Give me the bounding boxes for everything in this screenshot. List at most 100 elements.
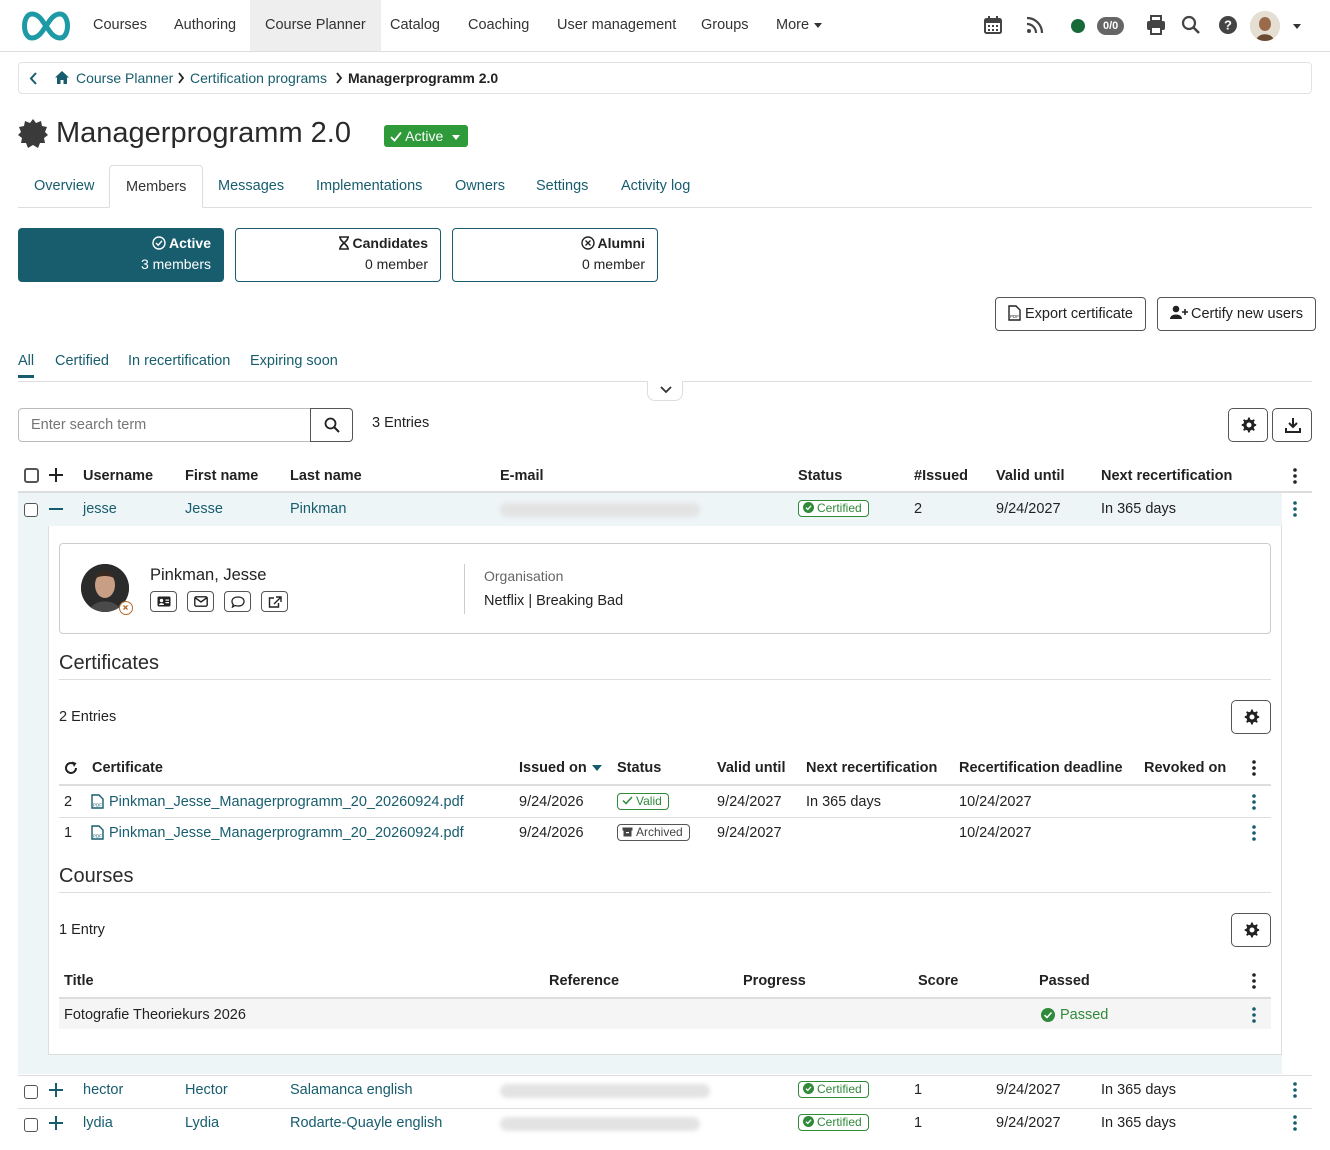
tab-activity-log[interactable]: Activity log	[605, 165, 706, 208]
cert-file-link[interactable]: Pinkman_Jesse_Managerprogramm_20_2026092…	[109, 825, 464, 841]
column-issued[interactable]: #Issued	[914, 468, 968, 484]
row-options-icon[interactable]	[1293, 1082, 1297, 1098]
select-all-checkbox[interactable]	[24, 468, 39, 483]
rss-icon[interactable]	[1024, 14, 1046, 36]
nav-course-planner[interactable]: Course Planner	[250, 0, 381, 51]
nav-groups[interactable]: Groups	[686, 0, 764, 51]
tab-overview[interactable]: Overview	[18, 165, 110, 208]
filter-expand-toggle[interactable]	[647, 381, 683, 401]
course-column-reference[interactable]: Reference	[549, 973, 619, 989]
chat-counter-badge[interactable]: 0/0	[1097, 17, 1125, 35]
profile-email-button[interactable]	[187, 591, 214, 612]
row-options-icon[interactable]	[1293, 1115, 1297, 1131]
course-column-passed[interactable]: Passed	[1039, 973, 1090, 989]
course-column-options-icon[interactable]	[1252, 973, 1256, 989]
status-dropdown[interactable]: Active	[384, 125, 469, 147]
avatar[interactable]	[1250, 11, 1280, 41]
download-button[interactable]	[1272, 408, 1312, 442]
course-row-options-icon[interactable]	[1252, 1007, 1256, 1023]
card-candidates[interactable]: Candidates 0 member	[235, 228, 441, 282]
help-icon[interactable]: ?	[1217, 14, 1239, 36]
column-email[interactable]: E-mail	[500, 468, 544, 484]
filter-expiring-soon[interactable]: Expiring soon	[250, 353, 338, 369]
table-settings-button[interactable]	[1228, 408, 1268, 442]
row-last-name[interactable]: Salamanca english	[290, 1082, 413, 1098]
tab-messages[interactable]: Messages	[202, 165, 300, 208]
filter-in-recertification[interactable]: In recertification	[128, 353, 230, 369]
search-button[interactable]	[310, 408, 353, 442]
course-column-score[interactable]: Score	[918, 973, 958, 989]
nav-courses[interactable]: Courses	[78, 0, 162, 51]
row-first-name[interactable]: Hector	[185, 1082, 228, 1098]
filter-all[interactable]: All	[18, 353, 35, 378]
online-status-icon[interactable]	[1071, 19, 1085, 33]
course-column-title[interactable]: Title	[64, 973, 94, 989]
profile-open-button[interactable]	[261, 591, 288, 612]
column-valid-until[interactable]: Valid until	[996, 468, 1064, 484]
row-options-icon[interactable]	[1293, 501, 1297, 517]
card-active[interactable]: Active 3 members	[18, 228, 224, 282]
home-icon[interactable]	[54, 70, 70, 85]
expand-all-icon[interactable]	[49, 468, 63, 482]
cert-column-valid-until[interactable]: Valid until	[717, 760, 785, 776]
breadcrumb-certification-programs[interactable]: Certification programs	[190, 70, 327, 86]
row-last-name[interactable]: Pinkman	[290, 501, 346, 517]
nav-catalog[interactable]: Catalog	[375, 0, 455, 51]
tab-settings[interactable]: Settings	[520, 165, 604, 208]
cert-column-options-icon[interactable]	[1252, 760, 1256, 776]
cert-column-revoked-on[interactable]: Revoked on	[1144, 760, 1226, 776]
search-icon[interactable]	[1180, 14, 1202, 36]
logo-icon[interactable]	[18, 10, 74, 42]
breadcrumb-course-planner[interactable]: Course Planner	[76, 70, 173, 86]
cert-column-status[interactable]: Status	[617, 760, 661, 776]
certify-new-users-button[interactable]: Certify new users	[1157, 297, 1317, 331]
nav-authoring[interactable]: Authoring	[159, 0, 251, 51]
tab-members[interactable]: Members	[109, 165, 204, 208]
row-last-name[interactable]: Rodarte-Quayle english	[290, 1115, 442, 1131]
column-status[interactable]: Status	[798, 468, 842, 484]
refresh-icon[interactable]	[64, 761, 78, 775]
certificates-settings-button[interactable]	[1231, 700, 1271, 734]
row-username[interactable]: jesse	[83, 501, 117, 517]
cert-row-options-icon[interactable]	[1252, 825, 1256, 841]
filter-certified[interactable]: Certified	[55, 353, 109, 369]
tab-implementations[interactable]: Implementations	[300, 165, 438, 208]
row-checkbox[interactable]	[24, 503, 38, 517]
cert-file-link[interactable]: Pinkman_Jesse_Managerprogramm_20_2026092…	[109, 794, 464, 810]
column-first-name[interactable]: First name	[185, 468, 258, 484]
cert-column-issued-on[interactable]: Issued on	[519, 760, 602, 776]
tab-owners[interactable]: Owners	[439, 165, 521, 208]
row-checkbox[interactable]	[24, 1118, 38, 1132]
nav-user-management[interactable]: User management	[542, 0, 691, 51]
row-first-name[interactable]: Lydia	[185, 1115, 219, 1131]
cert-row-options-icon[interactable]	[1252, 794, 1256, 810]
card-alumni[interactable]: Alumni 0 member	[452, 228, 658, 282]
collapse-row-icon[interactable]	[49, 502, 63, 516]
row-username[interactable]: hector	[83, 1082, 123, 1098]
column-options-icon[interactable]	[1293, 468, 1297, 484]
search-input[interactable]	[18, 408, 311, 442]
print-icon[interactable]	[1145, 14, 1167, 36]
nav-coaching[interactable]: Coaching	[453, 0, 544, 51]
calendar-icon[interactable]	[982, 14, 1004, 36]
export-certificate-button[interactable]: PDF Export certificate	[995, 297, 1146, 331]
back-icon[interactable]	[29, 72, 37, 85]
profile-chat-button[interactable]	[224, 591, 251, 612]
cert-column-next-recertification[interactable]: Next recertification	[806, 760, 937, 776]
row-first-name[interactable]: Jesse	[185, 501, 223, 517]
course-column-progress[interactable]: Progress	[743, 973, 806, 989]
profile-vcard-button[interactable]	[150, 591, 177, 612]
expand-row-icon[interactable]	[49, 1116, 63, 1130]
row-username[interactable]: lydia	[83, 1115, 113, 1131]
nav-more[interactable]: More	[761, 0, 837, 51]
column-last-name[interactable]: Last name	[290, 468, 362, 484]
user-menu-chevron-icon[interactable]	[1293, 24, 1301, 29]
column-username[interactable]: Username	[83, 468, 153, 484]
cert-column-recertification-deadline[interactable]: Recertification deadline	[959, 760, 1123, 776]
cert-row-number: 2	[64, 794, 73, 810]
courses-settings-button[interactable]	[1231, 913, 1271, 947]
cert-column-certificate[interactable]: Certificate	[92, 760, 163, 776]
expand-row-icon[interactable]	[49, 1083, 63, 1097]
column-next-recertification[interactable]: Next recertification	[1101, 468, 1232, 484]
row-checkbox[interactable]	[24, 1085, 38, 1099]
